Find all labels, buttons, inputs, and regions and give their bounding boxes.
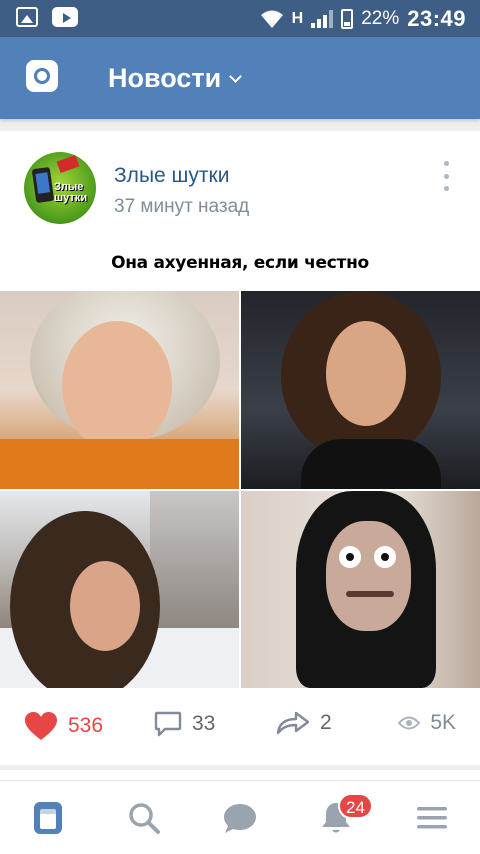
share-icon [276, 711, 310, 735]
battery-percent: 22% [361, 8, 400, 29]
avatar-phone [31, 166, 55, 204]
photo-1[interactable] [0, 291, 239, 489]
comment-icon [154, 711, 182, 737]
views-counter: 5K [398, 711, 456, 735]
network-type: H [291, 10, 304, 27]
comment-button[interactable]: 33 [154, 711, 215, 737]
views-icon [398, 716, 421, 730]
camera-icon[interactable] [26, 60, 58, 92]
nav-feed[interactable] [18, 793, 78, 843]
notifications-badge: 24 [338, 792, 373, 819]
more-vertical-icon[interactable] [441, 161, 451, 191]
image-icon [16, 7, 38, 27]
page-title: Новости [108, 63, 222, 93]
post-author[interactable]: Злые шутки [114, 164, 229, 188]
feed-icon [34, 801, 62, 834]
status-bar: H 22% 23:49 [0, 0, 480, 37]
like-count: 536 [68, 714, 104, 737]
battery-icon [341, 9, 354, 29]
wifi-icon [260, 10, 283, 28]
photo-3[interactable] [0, 491, 239, 688]
menu-icon [417, 806, 447, 828]
post-caption: Она ахуенная, если честно [111, 253, 369, 273]
feed-selector[interactable]: Новости [108, 63, 243, 94]
signal-icon [311, 10, 334, 28]
post-photos[interactable] [0, 291, 480, 688]
view-count: 5K [430, 711, 456, 734]
notification-icons [16, 7, 78, 27]
heart-icon [25, 712, 57, 740]
photo-4[interactable] [241, 491, 480, 688]
comment-count: 33 [192, 712, 216, 735]
share-count: 2 [320, 711, 332, 734]
post-card: Злые шутки Злые шутки 37 минут назад Она… [0, 131, 480, 765]
messages-icon [224, 803, 256, 833]
search-icon [129, 802, 160, 834]
avatar-text: Злые шутки [54, 181, 88, 204]
app-header: Новости [0, 37, 480, 119]
avatar-logo-accent [56, 154, 80, 174]
nav-messages[interactable] [210, 793, 270, 843]
system-status: H 22% 23:49 [260, 6, 466, 32]
like-button[interactable]: 536 [24, 711, 103, 741]
post-time: 37 минут назад [114, 196, 250, 217]
chevron-down-icon [229, 70, 243, 83]
avatar[interactable]: Злые шутки [24, 152, 96, 224]
youtube-icon [52, 7, 78, 27]
nav-notifications[interactable]: 24 [306, 792, 373, 843]
photo-2[interactable] [241, 291, 480, 489]
clock: 23:49 [407, 6, 466, 31]
share-button[interactable]: 2 [276, 711, 332, 735]
bottom-nav: 24 [0, 780, 480, 854]
nav-menu[interactable] [402, 793, 462, 843]
post-actions: 536 33 2 5K [0, 699, 480, 749]
nav-search[interactable] [114, 793, 174, 843]
